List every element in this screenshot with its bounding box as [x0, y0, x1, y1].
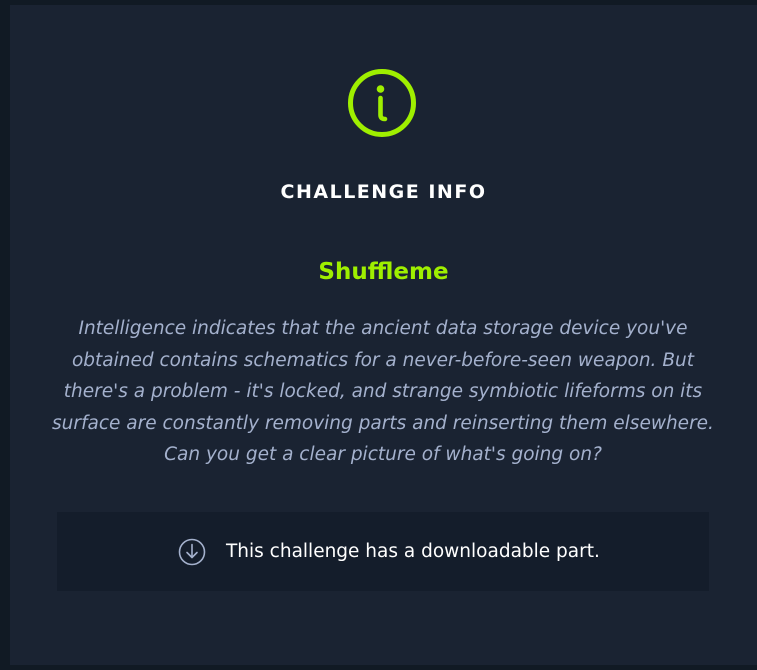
- download-notice[interactable]: This challenge has a downloadable part.: [57, 512, 709, 591]
- challenge-name: Shuffleme: [318, 259, 449, 285]
- download-circle-icon: [178, 538, 206, 566]
- modal-heading: CHALLENGE INFO: [280, 181, 487, 203]
- challenge-info-modal: CHALLENGE INFO Shuffleme Intelligence in…: [10, 5, 757, 665]
- info-circle-icon: [348, 69, 416, 137]
- download-notice-text: This challenge has a downloadable part.: [226, 541, 600, 562]
- challenge-description: Intelligence indicates that the ancient …: [52, 318, 714, 465]
